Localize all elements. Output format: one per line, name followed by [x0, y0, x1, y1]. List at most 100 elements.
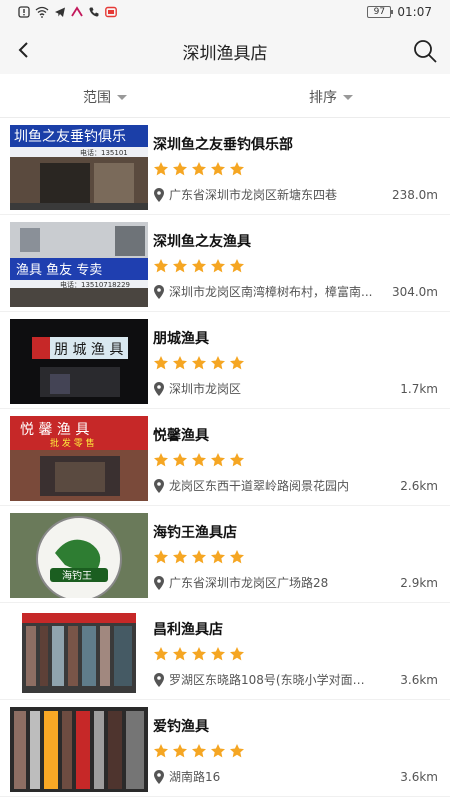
- caret-down-icon: [343, 95, 353, 100]
- store-name: 爱钓渔具: [153, 719, 209, 735]
- store-name: 朋城渔具: [153, 331, 209, 347]
- star-icon: [230, 259, 244, 273]
- store-address: 湖南路16: [169, 770, 221, 784]
- star-icon: [211, 162, 225, 176]
- store-address: 深圳市龙岗区南湾樟树布村，樟富南...: [169, 285, 373, 299]
- store-photo: 海钓王: [10, 513, 148, 598]
- store-photo: [10, 707, 148, 792]
- clock: 01:07: [397, 5, 432, 19]
- location-pin-icon: [154, 382, 164, 396]
- telegram-icon: [55, 7, 65, 17]
- star-icon: [211, 550, 225, 564]
- star-icon: [230, 356, 244, 370]
- status-icons-left: [18, 6, 117, 18]
- address-row: 罗湖区东晓路108号(东晓小学对面停... 3.6km: [153, 672, 443, 688]
- filter-bar: 范围 排序: [0, 74, 450, 118]
- star-icon: [230, 647, 244, 661]
- star-icon: [154, 259, 168, 273]
- star-icon: [211, 259, 225, 273]
- location-pin-icon: [154, 188, 164, 202]
- star-icon: [211, 744, 225, 758]
- rating-stars: [153, 743, 245, 759]
- status-icons-right: 97 01:07: [367, 5, 432, 19]
- store-name: 悦馨渔具: [153, 428, 209, 444]
- store-distance: 2.6km: [400, 479, 438, 493]
- wifi-icon: [35, 6, 49, 18]
- star-icon: [173, 259, 187, 273]
- store-distance: 3.6km: [400, 673, 438, 687]
- store-list-item[interactable]: 昌利渔具店 罗湖区东晓路108号(东晓小学对面停... 3.6km: [0, 603, 450, 700]
- star-icon: [211, 356, 225, 370]
- svg-text:批 发 零 售: 批 发 零 售: [50, 437, 95, 449]
- star-icon: [173, 550, 187, 564]
- star-icon: [192, 259, 206, 273]
- star-icon: [230, 162, 244, 176]
- search-icon[interactable]: [412, 38, 438, 64]
- star-icon: [192, 162, 206, 176]
- store-list-item[interactable]: 爱钓渔具 湖南路16 3.6km: [0, 700, 450, 797]
- store-name: 海钓王渔具店: [153, 525, 237, 541]
- star-icon: [154, 162, 168, 176]
- svg-text:电话：13510718229: 电话：13510718229: [60, 280, 130, 289]
- star-icon: [154, 744, 168, 758]
- star-icon: [230, 453, 244, 467]
- store-distance: 3.6km: [400, 770, 438, 784]
- rating-stars: [153, 161, 245, 177]
- store-address: 龙岗区东西干道翠岭路阅景花园内: [169, 479, 350, 493]
- star-icon: [230, 744, 244, 758]
- rating-stars: [153, 646, 245, 662]
- star-icon: [192, 453, 206, 467]
- store-distance: 2.9km: [400, 576, 438, 590]
- store-address: 广东省深圳市龙岗区新塘东四巷: [169, 188, 338, 202]
- caret-down-icon: [117, 95, 127, 100]
- address-row: 广东省深圳市龙岗区广场路28 2.9km: [153, 575, 443, 591]
- sort-filter-dropdown[interactable]: 排序: [309, 87, 353, 107]
- store-list-item[interactable]: 海钓王 海钓王渔具店 广东省深圳市龙岗区广场路28 2.9km: [0, 506, 450, 603]
- store-photo: 圳鱼之友垂钓俱乐 电话：135101: [10, 125, 148, 210]
- store-list-item[interactable]: 圳鱼之友垂钓俱乐 电话：135101 深圳鱼之友垂钓俱乐部 广东省深圳市龙岗区新…: [0, 118, 450, 215]
- star-icon: [154, 550, 168, 564]
- range-filter-dropdown[interactable]: 范围: [83, 87, 127, 107]
- star-icon: [154, 453, 168, 467]
- store-distance: 238.0m: [391, 188, 438, 202]
- rating-stars: [153, 355, 245, 371]
- star-icon: [192, 744, 206, 758]
- battery-icon: 97: [367, 6, 394, 18]
- star-icon: [173, 162, 187, 176]
- location-pin-icon: [154, 673, 164, 687]
- star-icon: [192, 647, 206, 661]
- store-address: 广东省深圳市龙岗区广场路28: [169, 576, 329, 590]
- star-icon: [173, 647, 187, 661]
- store-list-item[interactable]: 渔具 鱼友 专卖 电话：13510718229 深圳鱼之友渔具 深圳市龙岗区南湾…: [0, 215, 450, 312]
- address-row: 广东省深圳市龙岗区新塘东四巷 238.0m: [153, 187, 443, 203]
- store-address: 罗湖区东晓路108号(东晓小学对面停...: [169, 673, 375, 687]
- svg-text:电话：135101: 电话：135101: [80, 148, 128, 157]
- store-name: 昌利渔具店: [153, 622, 223, 638]
- store-list-item[interactable]: 悦 馨 渔 具 批 发 零 售 悦馨渔具 龙岗区东西干道翠岭路阅景花园内 2.6…: [0, 409, 450, 506]
- location-pin-icon: [154, 770, 164, 784]
- svg-text:朋 城 渔 具: 朋 城 渔 具: [54, 342, 123, 358]
- store-list-item[interactable]: 朋 城 渔 具 朋城渔具 深圳市龙岗区 1.7km: [0, 312, 450, 409]
- notification-icon: [18, 6, 30, 18]
- location-pin-icon: [154, 576, 164, 590]
- star-icon: [211, 453, 225, 467]
- page-title: 深圳渔具店: [182, 44, 268, 64]
- star-icon: [154, 356, 168, 370]
- rating-stars: [153, 452, 245, 468]
- phone-icon: [89, 7, 99, 17]
- star-icon: [173, 356, 187, 370]
- store-photo: [10, 610, 148, 695]
- star-icon: [173, 453, 187, 467]
- rating-stars: [153, 549, 245, 565]
- rating-stars: [153, 258, 245, 274]
- store-name: 深圳鱼之友垂钓俱乐部: [153, 137, 293, 153]
- star-icon: [154, 647, 168, 661]
- address-row: 深圳市龙岗区南湾樟树布村，樟富南... 304.0m: [153, 284, 443, 300]
- svg-text:渔具 鱼友 专卖: 渔具 鱼友 专卖: [16, 262, 102, 278]
- svg-text:悦 馨 渔 具: 悦 馨 渔 具: [20, 422, 89, 438]
- app-header: 深圳渔具店: [0, 26, 450, 74]
- status-bar: 97 01:07: [0, 0, 450, 26]
- store-photo: 悦 馨 渔 具 批 发 零 售: [10, 416, 148, 501]
- address-row: 龙岗区东西干道翠岭路阅景花园内 2.6km: [153, 478, 443, 494]
- address-row: 湖南路16 3.6km: [153, 769, 443, 785]
